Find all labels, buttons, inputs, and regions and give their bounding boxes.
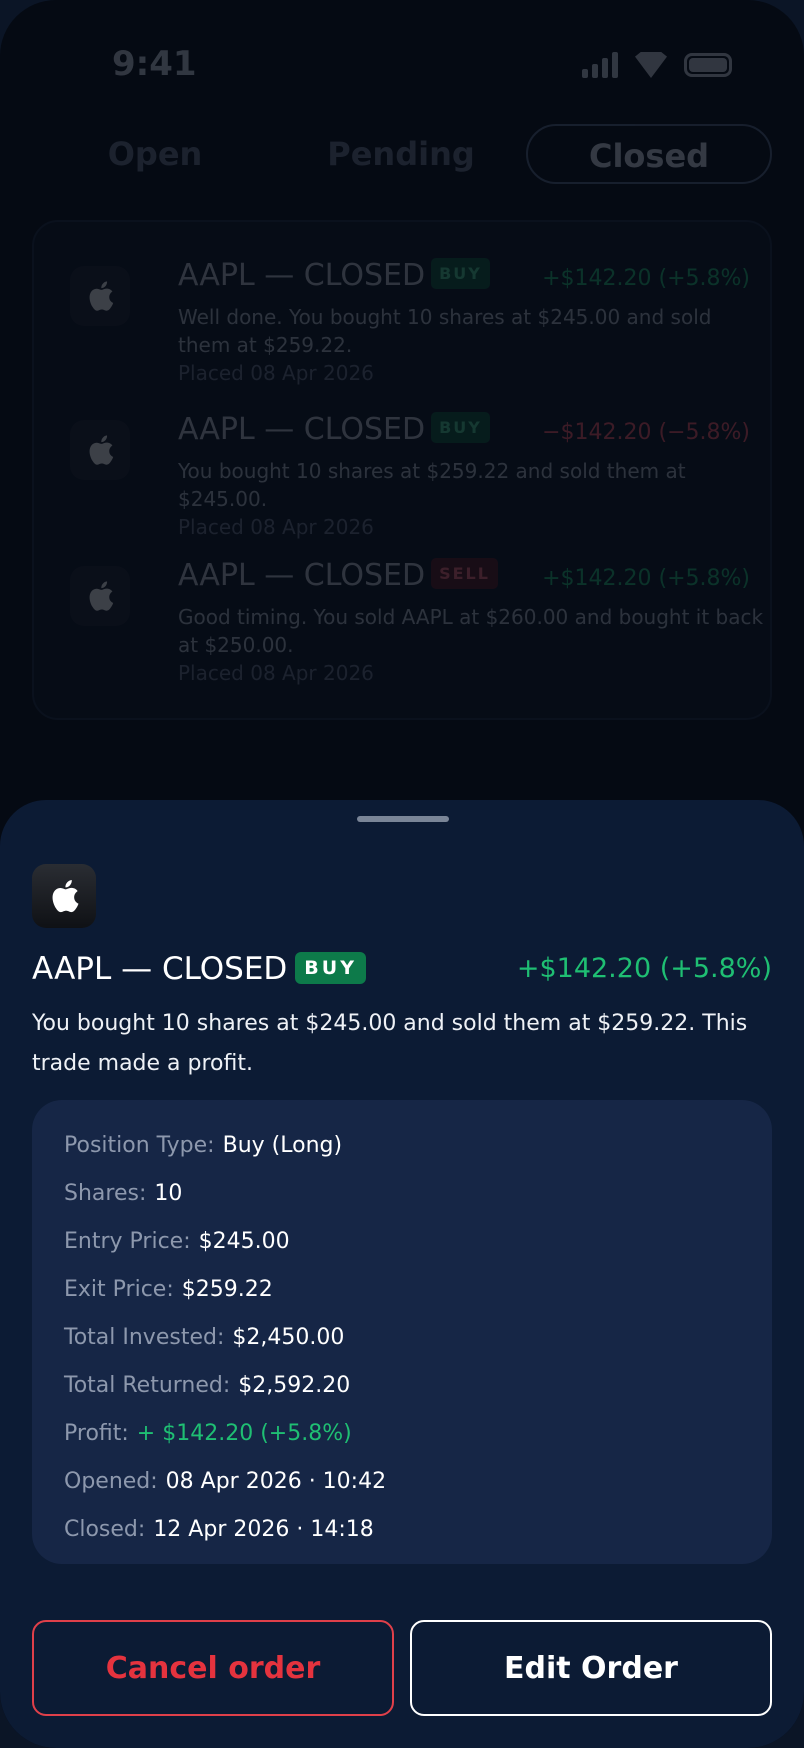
detail-row-shares: Shares: 10 — [64, 1170, 740, 1218]
order-tabs: Open Pending Closed — [32, 124, 772, 184]
order-details-card: Position Type: Buy (Long) Shares: 10 Entry… — [32, 1100, 772, 1564]
detail-value: $2,592.20 — [238, 1373, 351, 1398]
sheet-title: AAPL — CLOSED — [32, 951, 288, 987]
battery-icon — [684, 53, 732, 77]
status-bar: 9:41 — [0, 44, 804, 88]
wifi-icon — [634, 52, 668, 78]
orders-list: AAPL — CLOSED BUY Well done. You bought 1… — [32, 220, 772, 720]
phone-screen: 9:41 Open Pending Closed AAPL — CLOSED BU… — [0, 0, 804, 1748]
detail-row-profit: Profit: + $142.20 (+5.8%) — [64, 1410, 740, 1458]
detail-label: Position Type: — [64, 1133, 215, 1158]
detail-label: Profit: — [64, 1421, 129, 1446]
detail-value: Buy (Long) — [222, 1133, 343, 1158]
detail-row-closed: Closed: 12 Apr 2026 · 14:18 — [64, 1506, 740, 1554]
apple-logo-icon — [32, 864, 96, 928]
detail-label: Total Returned: — [64, 1373, 231, 1398]
detail-row-opened: Opened: 08 Apr 2026 · 10:42 — [64, 1458, 740, 1506]
sheet-description: You bought 10 shares at $245.00 and sold… — [32, 1011, 748, 1076]
tab-closed[interactable]: Closed — [526, 124, 772, 184]
detail-value: $259.22 — [181, 1277, 273, 1302]
cancel-order-button[interactable]: Cancel order — [32, 1620, 394, 1716]
sheet-title-row: AAPL — CLOSED BUY +$142.20 (+5.8%) — [32, 946, 772, 992]
order-change: +$142.20 (+5.8%) — [542, 266, 750, 291]
detail-value: $245.00 — [198, 1229, 290, 1254]
order-description: You bought 10 shares at $259.22 and sold… — [178, 459, 686, 511]
order-title-text: AAPL — CLOSED — [178, 258, 426, 293]
sell-badge: SELL — [431, 558, 498, 589]
apple-logo-icon — [70, 566, 130, 626]
buy-badge: BUY — [295, 952, 366, 984]
detail-label: Entry Price: — [64, 1229, 191, 1254]
detail-value: + $142.20 (+5.8%) — [136, 1421, 352, 1446]
sheet-actions: Cancel order Edit Order — [32, 1620, 772, 1716]
detail-value: $2,450.00 — [232, 1325, 345, 1350]
detail-value: 08 Apr 2026 · 10:42 — [165, 1469, 387, 1494]
order-placed-date: Placed 08 Apr 2026 — [178, 661, 374, 685]
tab-open[interactable]: Open — [32, 124, 278, 184]
order-placed-date: Placed 08 Apr 2026 — [178, 361, 374, 385]
profit-change: +$142.20 (+5.8%) — [516, 953, 772, 984]
status-icons — [582, 52, 732, 78]
order-title-text: AAPL — CLOSED — [178, 558, 426, 593]
detail-label: Shares: — [64, 1181, 147, 1206]
buy-badge: BUY — [431, 258, 490, 289]
sheet-drag-handle[interactable] — [357, 816, 449, 822]
detail-row-entry-price: Entry Price: $245.00 — [64, 1218, 740, 1266]
tab-pending[interactable]: Pending — [278, 124, 524, 184]
edit-order-button[interactable]: Edit Order — [410, 1620, 772, 1716]
cellular-signal-icon — [582, 52, 618, 78]
apple-logo-icon — [70, 420, 130, 480]
buy-badge: BUY — [431, 412, 490, 443]
detail-value: 12 Apr 2026 · 14:18 — [153, 1517, 374, 1542]
order-change: +$142.20 (+5.8%) — [542, 566, 750, 591]
order-description: Good timing. You sold AAPL at $260.00 an… — [178, 605, 764, 657]
status-time: 9:41 — [112, 44, 197, 84]
detail-row-position-type: Position Type: Buy (Long) — [64, 1122, 740, 1170]
detail-label: Opened: — [64, 1469, 158, 1494]
order-title-text: AAPL — CLOSED — [178, 412, 426, 447]
detail-row-exit-price: Exit Price: $259.22 — [64, 1266, 740, 1314]
detail-value: 10 — [154, 1181, 183, 1206]
order-change: −$142.20 (−5.8%) — [542, 420, 750, 445]
detail-row-total-returned: Total Returned: $2,592.20 — [64, 1362, 740, 1410]
order-placed-date: Placed 08 Apr 2026 — [178, 515, 374, 539]
detail-label: Total Invested: — [64, 1325, 225, 1350]
apple-logo-icon — [70, 266, 130, 326]
detail-label: Exit Price: — [64, 1277, 174, 1302]
detail-row-total-invested: Total Invested: $2,450.00 — [64, 1314, 740, 1362]
order-description: Well done. You bought 10 shares at $245.… — [178, 305, 712, 357]
detail-label: Closed: — [64, 1517, 146, 1542]
order-detail-sheet: AAPL — CLOSED BUY +$142.20 (+5.8%) You bo… — [0, 800, 804, 1748]
